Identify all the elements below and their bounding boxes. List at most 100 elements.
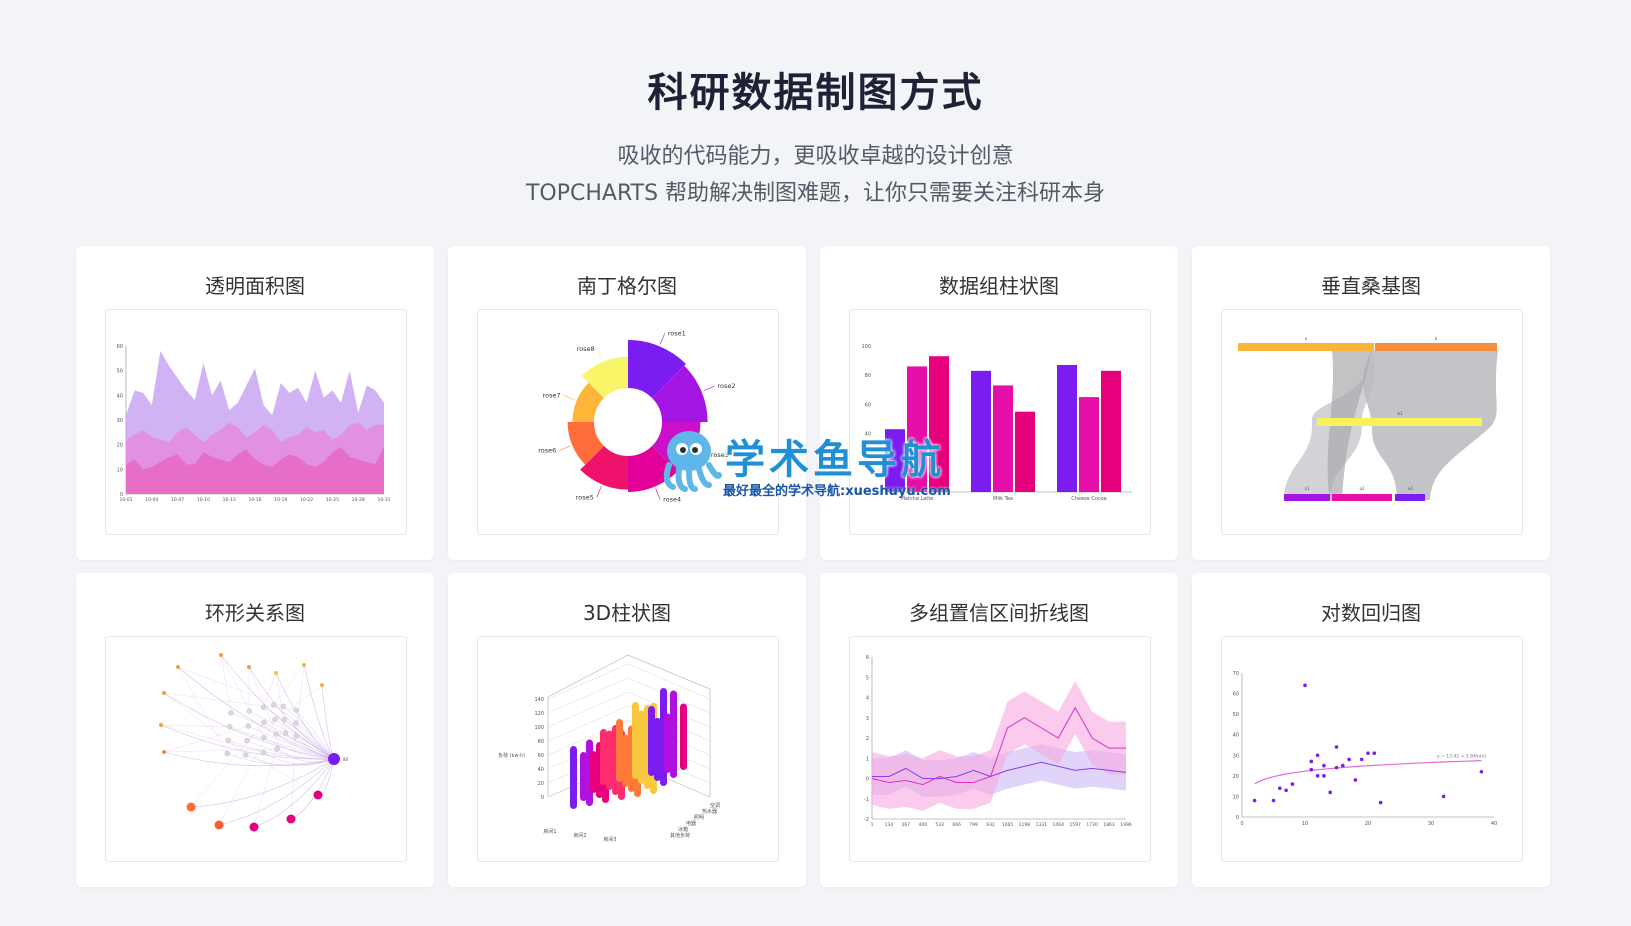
sankey-node-b: [1375, 343, 1497, 351]
x-tick-label: 10-25: [326, 497, 339, 503]
x-tick-label: 10-01: [119, 497, 132, 503]
bar-column: [590, 751, 597, 793]
scatter-point: [1315, 774, 1320, 778]
relation-link: [177, 666, 335, 760]
inner-node: [225, 737, 231, 744]
y-category-label: 空调: [710, 802, 720, 809]
x-tick-label: 1464: [1053, 822, 1065, 828]
z-tick-label: 140: [534, 697, 544, 703]
scatter-point: [1252, 798, 1257, 803]
y-tick-label: 80: [865, 373, 871, 379]
bar-column: [680, 703, 687, 770]
x-tick-label: 1863: [1103, 822, 1115, 828]
scatter-point: [1347, 757, 1351, 762]
chart-frame: -2 -1 0 1 2 3 4 5 6 1 134 267 400 533 666 799 932 1065 119…: [849, 636, 1151, 862]
card-confidence-line-chart[interactable]: 多组置信区间折线图 -2 -1 0 1 2 3 4 5 6 1 134 267 400 533 666 799…: [820, 573, 1178, 887]
inner-node: [244, 737, 250, 744]
chart-frame: 80: [105, 636, 407, 862]
scatter-point: [1290, 782, 1295, 786]
node-label-a3: a3: [1408, 486, 1413, 491]
z-tick-label: 20: [538, 781, 544, 787]
x-tick-label: 10-16: [248, 497, 261, 503]
y-tick-label: 2: [866, 736, 869, 742]
relation-link: [248, 725, 335, 760]
card-log-regression-chart[interactable]: 对数回归图 0 10 20 30 40 50 60 70 0 10 20 30 40 y = 13.42 …: [1192, 573, 1550, 887]
bar-column: [580, 752, 587, 801]
y-tick-label: 40: [117, 393, 123, 399]
card-area-chart[interactable]: 透明面积图 0 10 20 30 40 50 60 10-01 10-04 10-07 10-10 1…: [76, 246, 434, 560]
x-tick-label: 10-10: [197, 497, 210, 503]
node-label-a: a: [1305, 336, 1308, 341]
inner-node: [224, 750, 230, 757]
x-category-label: 房间1: [543, 828, 556, 835]
area-chart: 010203040506010-01 10-04 10-07 10-10 10-13 10…: [117, 344, 391, 503]
outer-node: [186, 802, 196, 812]
y-tick-label: 10: [117, 467, 123, 473]
relation-link: [303, 664, 335, 760]
relation-link: [163, 692, 246, 756]
inner-node: [246, 708, 252, 714]
inner-node: [260, 749, 267, 756]
card-grouped-bar-chart[interactable]: 数据组柱状图 0 20 40 60 80 100 Matcha Latte Milk Tea C…: [820, 246, 1178, 560]
rose-label: rose1: [668, 329, 686, 337]
rose-label: rose5: [576, 493, 594, 501]
y-tick-label: 70: [1233, 671, 1239, 677]
y-tick-label: 50: [1233, 712, 1239, 718]
x-tick-label: 20: [1365, 821, 1371, 827]
watermark-text: 学术鱼导航: [725, 437, 945, 483]
watermark-subtext: 最好最全的学术导航:xueshuyu.com: [723, 484, 951, 499]
scatter-point: [1271, 798, 1276, 803]
card-sankey-chart[interactable]: 垂直桑基图 a b b1 a1 a2 a3: [1192, 246, 1550, 560]
scatter-point: [1441, 794, 1446, 799]
z-tick-label: 60: [538, 753, 544, 759]
x-tick-label: 1065: [1002, 822, 1014, 828]
z-tick-label: 0: [541, 795, 544, 801]
x-tick-label: 10-13: [223, 497, 236, 503]
z-tick-label: 40: [538, 767, 544, 773]
bar-column: [648, 706, 655, 776]
chart-frame: 0 10 20 30 40 50 60 70 0 10 20 30 40 y = 13.42 + 3.84…: [1221, 636, 1523, 862]
inner-node: [293, 733, 299, 739]
x-tick-label: 10-19: [274, 497, 287, 503]
card-nightingale-chart[interactable]: 南丁格尔图 rose1 rose2 rose3 rose4 rose5 rose6 rose…: [448, 246, 806, 560]
sankey-node-a3: [1395, 494, 1425, 501]
log-regression-chart: 0 10 20 30 40 50 60 70 0 10 20 30 40 y = 13.42 + 3.84…: [1233, 671, 1498, 827]
rose-label: rose8: [577, 345, 595, 353]
inner-node: [245, 723, 251, 729]
rose-label: rose2: [717, 382, 735, 390]
z-tick-label: 100: [534, 725, 544, 731]
scatter-point: [1366, 751, 1370, 756]
subtitle-line-1: 吸收的代码能力，更吸收卓越的设计创意: [617, 144, 1014, 169]
inner-node: [260, 704, 267, 710]
grid-line: [547, 663, 629, 700]
bar-column: [654, 718, 661, 781]
inner-node: [293, 720, 299, 726]
card-3d-bar-chart[interactable]: 3D柱状图 0 20 40 60 80 100 120 140 负荷 (kw·h) 房间1 房间2 房…: [448, 573, 806, 887]
relation-link: [220, 654, 265, 738]
inner-node: [271, 702, 277, 708]
bar: [1057, 364, 1077, 492]
x-category-label: 房间3: [603, 836, 616, 843]
watermark: 学术鱼导航 最好最全的学术导航:xueshuyu.com: [655, 425, 985, 505]
node-label-a2: a2: [1360, 486, 1365, 491]
inner-node: [274, 746, 280, 752]
label-leader: [563, 395, 575, 401]
y-tick-label: 40: [1233, 733, 1239, 739]
relation-link: [284, 719, 335, 760]
bar-column: [570, 746, 577, 809]
relation-link: [253, 719, 285, 828]
x-tick-label: 10-28: [352, 497, 365, 503]
outer-node: [274, 671, 278, 675]
x-tick-label: 1730: [1086, 822, 1098, 828]
card-chord-chart[interactable]: 环形关系图 80: [76, 573, 434, 887]
relation-link: [190, 722, 265, 808]
x-tick-label: 134: [885, 822, 894, 828]
scatter-point: [1328, 790, 1332, 795]
card-title: 多组置信区间折线图: [909, 601, 1089, 625]
sankey-chart: a b b1 a1 a2 a3: [1238, 336, 1498, 501]
y-category-label: 热水器: [702, 808, 717, 815]
label-leader: [659, 333, 666, 345]
rose-label: rose6: [538, 446, 556, 454]
card-title: 垂直桑基图: [1321, 274, 1421, 298]
outer-node: [320, 683, 324, 687]
